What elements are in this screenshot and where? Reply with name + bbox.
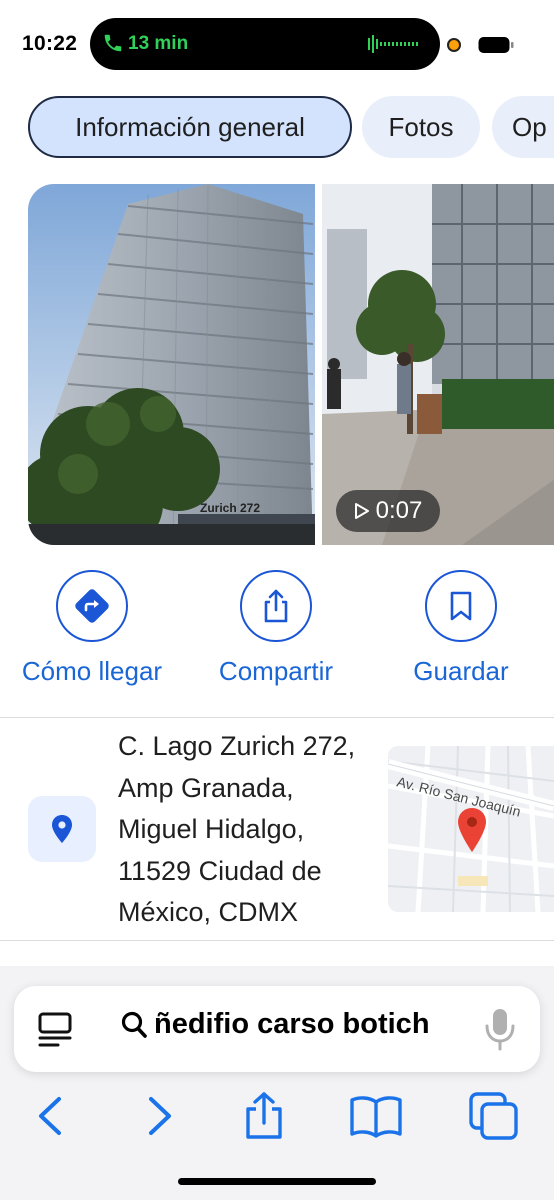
save-label: Guardar	[413, 656, 509, 686]
tab-opiniones[interactable]: Op	[492, 96, 554, 158]
back-button[interactable]	[20, 1088, 80, 1144]
battery-icon	[478, 37, 514, 53]
forward-button[interactable]	[130, 1088, 190, 1144]
mini-map[interactable]: Av. Río San Joaquín	[388, 746, 554, 912]
action-row: Cómo llegar Compartir Guardar	[0, 570, 554, 700]
address-row[interactable]: C. Lago Zurich 272, Amp Granada, Miguel …	[0, 718, 554, 940]
save-button[interactable]: Guardar	[404, 570, 518, 687]
building-sign: Zurich 272	[200, 501, 260, 515]
address-bar-text: ñedifio carso botich	[120, 1008, 472, 1041]
divider-bottom	[0, 940, 554, 941]
place-tabs: Información general Fotos Op	[0, 96, 554, 162]
tabs-overview-icon	[469, 1092, 518, 1140]
building-photo[interactable]: Zurich 272	[28, 184, 315, 545]
address-icon-box	[28, 796, 96, 862]
bookmarks-button[interactable]	[346, 1088, 406, 1144]
page-menu-icon[interactable]	[36, 1010, 74, 1050]
search-query: ñedifio carso botich	[154, 1008, 430, 1040]
building-photo-image: Zurich 272	[28, 184, 315, 545]
share-icon	[264, 589, 288, 623]
tab-informacion-general[interactable]: Información general	[28, 96, 352, 158]
call-duration: 13 min	[128, 33, 189, 54]
share-label: Compartir	[218, 656, 334, 686]
phone-icon	[104, 34, 122, 52]
video-duration: 0:07	[375, 497, 423, 524]
recording-indicator-icon	[447, 38, 461, 52]
directions-button[interactable]: Cómo llegar	[12, 570, 172, 687]
share-button[interactable]: Compartir	[206, 570, 346, 687]
tabs-button[interactable]	[464, 1088, 524, 1144]
save-circle[interactable]	[425, 570, 497, 642]
directions-circle[interactable]	[56, 570, 128, 642]
bookmark-icon	[450, 591, 472, 621]
directions-label: Cómo llegar	[21, 656, 163, 686]
mini-map-image: Av. Río San Joaquín	[388, 746, 554, 912]
audio-waveform-icon	[368, 35, 418, 53]
browser-bottom-bar: ñedifio carso botich	[0, 966, 554, 1200]
status-time: 10:22	[22, 32, 78, 55]
address-text: C. Lago Zurich 272, Amp Granada, Miguel …	[118, 731, 356, 927]
share-circle[interactable]	[240, 570, 312, 642]
photo-carousel: Zurich 272 0:07	[0, 184, 554, 546]
directions-icon	[75, 589, 109, 623]
share-icon	[246, 1092, 282, 1139]
address-bar[interactable]: ñedifio carso botich	[14, 986, 540, 1072]
location-pin-icon	[52, 815, 72, 843]
search-icon	[121, 1011, 147, 1038]
dynamic-island[interactable]: 13 min	[90, 18, 440, 70]
chevron-right-icon	[149, 1097, 171, 1135]
tab-fotos[interactable]: Fotos	[362, 96, 480, 158]
video-duration-badge: 0:07	[336, 490, 440, 532]
microphone-icon[interactable]	[484, 1006, 516, 1052]
play-icon	[354, 503, 369, 519]
home-indicator	[178, 1178, 376, 1185]
book-icon	[350, 1096, 402, 1138]
browser-toolbar	[0, 1088, 554, 1148]
share-page-button[interactable]	[234, 1088, 294, 1144]
status-bar: 10:22 13 min	[0, 0, 554, 86]
chevron-left-icon	[39, 1097, 61, 1135]
